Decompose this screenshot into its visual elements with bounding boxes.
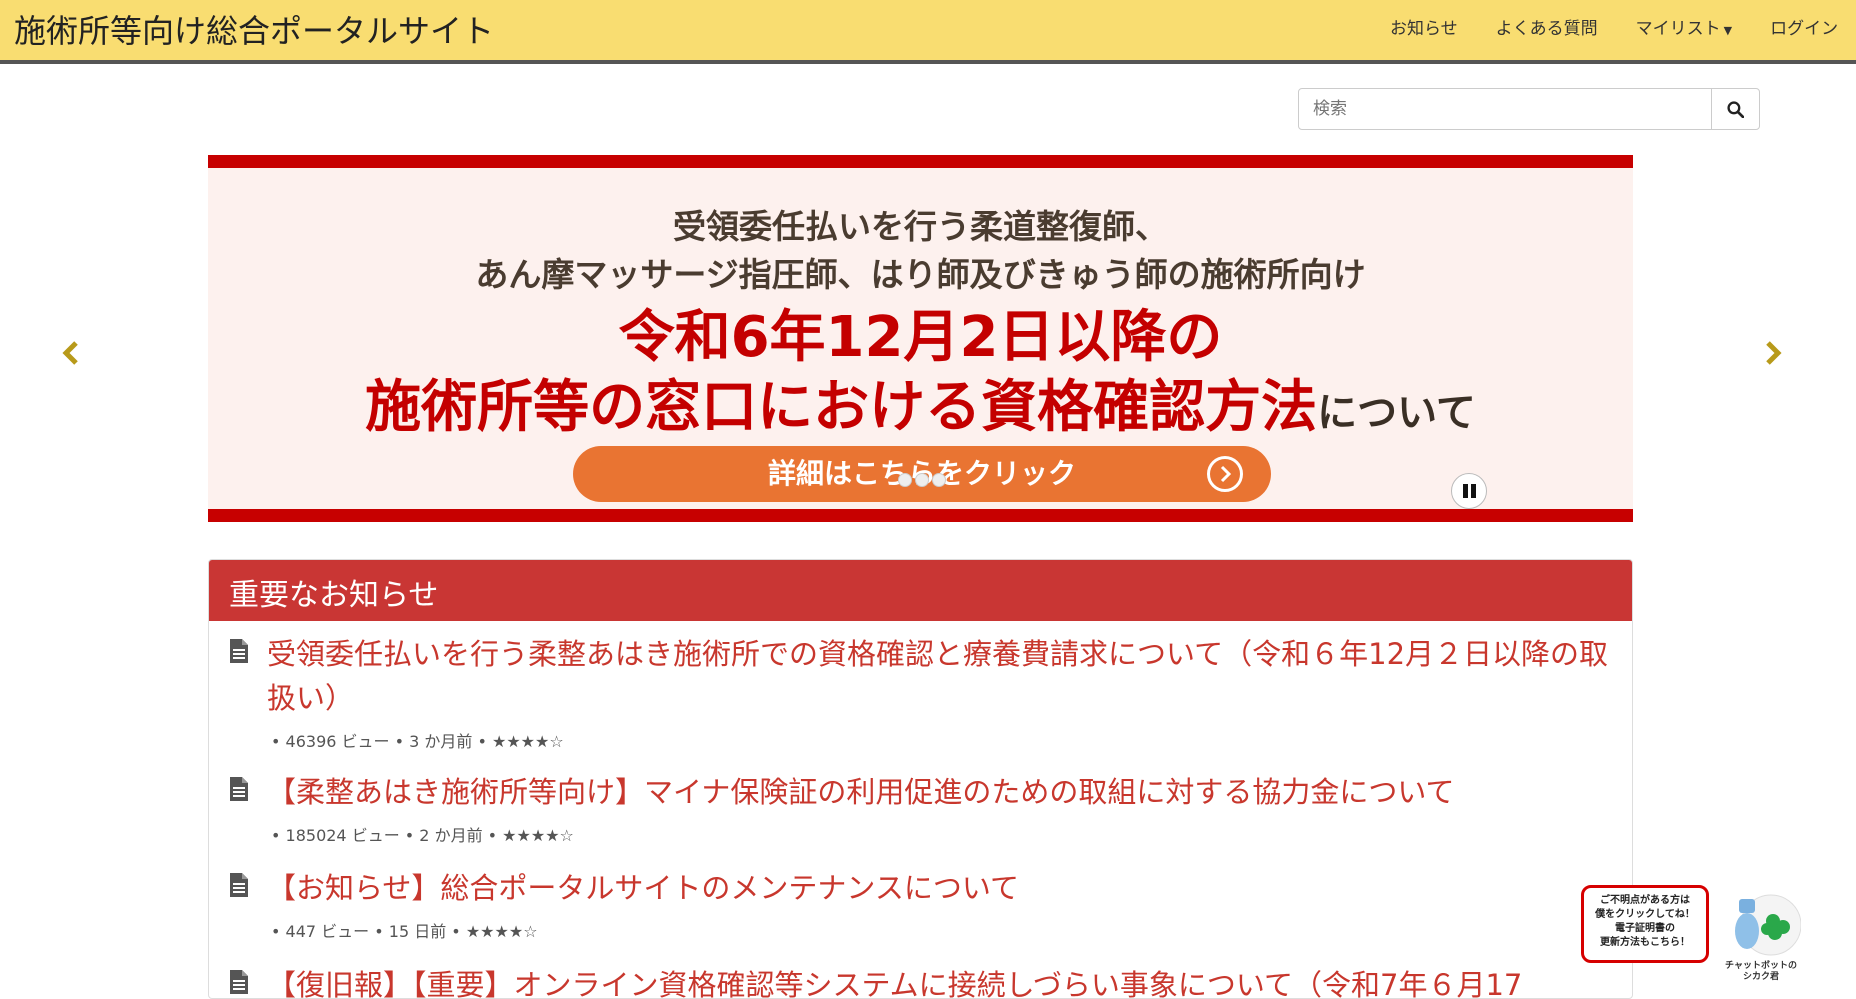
panel-heading: 重要なお知らせ — [209, 560, 1632, 621]
chevron-right-icon[interactable] — [1757, 338, 1787, 368]
site-title[interactable]: 施術所等向け総合ポータルサイト — [14, 6, 494, 52]
news-title-link[interactable]: 【柔整あはき施術所等向け】マイナ保険証の利用促進のための取組に対する協力金につい… — [267, 770, 1627, 814]
chatbot-mascot-icon — [1735, 894, 1801, 956]
search-box — [1298, 88, 1760, 130]
main-nav: お知らせ よくある質問 マイリスト ▼ ログイン — [1390, 14, 1856, 39]
news-meta: • 185024 ビュー • 2 か月前 • ★★★★☆ — [271, 826, 574, 845]
nav-label: ログイン — [1770, 19, 1839, 39]
chatbot-name-line: チャットボットの — [1725, 961, 1797, 971]
banner-headline-1: 令和6年12月2日以降の — [618, 305, 1223, 370]
banner-line-2: あん摩マッサージ指圧師、はり師及びきゅう師の施術所向け — [475, 255, 1366, 294]
nav-label: マイリスト — [1635, 19, 1721, 39]
nav-label: お知らせ — [1390, 19, 1458, 39]
carousel-pause-button[interactable] — [1451, 473, 1487, 509]
carousel-indicator[interactable] — [932, 473, 946, 487]
pause-icon — [1461, 484, 1477, 498]
important-notices-panel: 重要なお知らせ 受領委任払いを行う柔整あはき施術所での資格確認と療養費請求につい… — [208, 559, 1633, 999]
chatbot-speech-bubble: ご不明点がある方は 僕をクリックしてね！ 電子証明書の 更新方法もこちら！ — [1581, 885, 1709, 963]
nav-label: よくある質問 — [1495, 19, 1598, 39]
news-meta: • 447 ビュー • 15 日前 • ★★★★☆ — [271, 922, 538, 941]
chatbot-bubble-line: ご不明点がある方は — [1600, 895, 1690, 906]
document-icon — [230, 873, 248, 897]
news-meta: • 46396 ビュー • 3 か月前 • ★★★★☆ — [271, 732, 564, 751]
nav-item-news[interactable]: お知らせ — [1390, 14, 1458, 39]
carousel-slide[interactable]: 受領委任払いを行う柔道整復師、 あん摩マッサージ指圧師、はり師及びきゅう師の施術… — [208, 155, 1633, 522]
document-icon — [230, 970, 248, 994]
carousel-indicators — [898, 473, 946, 487]
circle-chevron-right-icon — [1207, 456, 1243, 492]
document-icon — [230, 639, 248, 663]
carousel-indicator[interactable] — [898, 473, 912, 487]
document-icon — [230, 777, 248, 801]
nav-item-login[interactable]: ログイン — [1770, 14, 1838, 39]
chatbot-name: チャットボットの シカク君 — [1713, 961, 1809, 983]
nav-item-faq[interactable]: よくある質問 — [1496, 14, 1598, 39]
chatbot-bubble-line: 電子証明書の — [1615, 923, 1675, 934]
chatbot-bubble-line: 僕をクリックしてね！ — [1595, 909, 1695, 920]
chatbot-widget[interactable]: ご不明点がある方は 僕をクリックしてね！ 電子証明書の 更新方法もこちら！ チャ… — [1581, 885, 1809, 982]
chatbot-name-line: シカク君 — [1742, 972, 1779, 982]
search-input[interactable] — [1299, 89, 1711, 129]
news-title-link[interactable]: 【復旧報】【重要】オンライン資格確認等システムに接続しづらい事象について（令和7… — [267, 963, 1627, 998]
site-header: 施術所等向け総合ポータルサイト お知らせ よくある質問 マイリスト ▼ ログイン — [0, 0, 1856, 64]
banner-headline-2: 施術所等の窓口における資格確認方法について — [208, 362, 1633, 443]
chevron-left-icon[interactable] — [57, 338, 87, 368]
carousel-indicator[interactable] — [915, 473, 929, 487]
search-icon — [1727, 100, 1744, 118]
banner-line-1: 受領委任払いを行う柔道整復師、 — [673, 207, 1168, 246]
news-title-link[interactable]: 受領委任払いを行う柔整あはき施術所での資格確認と療養費請求について（令和６年12… — [267, 632, 1627, 720]
nav-item-mylist[interactable]: マイリスト ▼ — [1636, 14, 1732, 39]
news-title-link[interactable]: 【お知らせ】総合ポータルサイトのメンテナンスについて — [267, 866, 1627, 910]
chatbot-bubble-line: 更新方法もこちら！ — [1600, 937, 1690, 948]
banner-headline-suffix: について — [1317, 390, 1476, 436]
search-button[interactable] — [1711, 89, 1759, 129]
caret-down-icon: ▼ — [1723, 24, 1733, 37]
banner-headline-main: 施術所等の窓口における資格確認方法 — [365, 375, 1318, 440]
